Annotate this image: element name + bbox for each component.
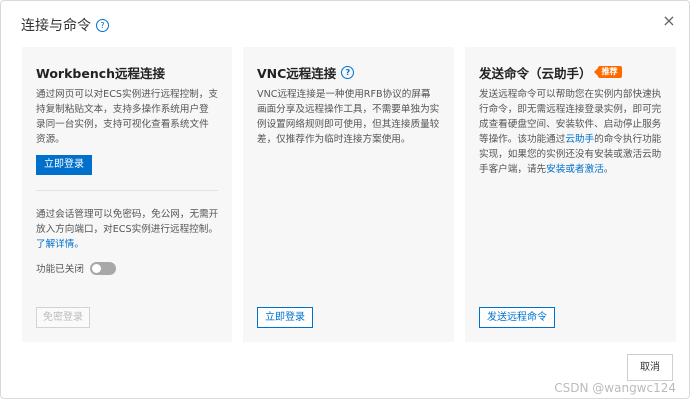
close-icon[interactable]: × bbox=[661, 13, 677, 29]
vnc-login-button[interactable]: 立即登录 bbox=[257, 307, 313, 328]
question-circle-icon[interactable]: ? bbox=[96, 18, 109, 32]
passwordless-login-button: 免密登录 bbox=[36, 307, 90, 328]
send-command-card-title: 发送命令（云助手） bbox=[479, 65, 592, 81]
send-command-text-3: 。 bbox=[603, 164, 614, 175]
send-command-title-row: 发送命令（云助手） 推荐 bbox=[479, 63, 662, 81]
dialog-header: 连接与命令 ? bbox=[21, 13, 109, 37]
feature-status-label: 功能已关闭 bbox=[36, 264, 84, 275]
toggle-knob bbox=[91, 263, 101, 273]
send-command-card: 发送命令（云助手） 推荐 发送远程命令可以帮助您在实例内部快速执行命令，即无需远… bbox=[465, 47, 676, 342]
install-activate-link[interactable]: 安装或者激活 bbox=[546, 164, 604, 175]
session-manager-text: 通过会话管理可以免密码，免公网，无需开放入方向端口，对ECS实例进行远程控制。 bbox=[36, 209, 219, 235]
workbench-card-title: Workbench远程连接 bbox=[36, 65, 166, 81]
send-command-description: 发送远程命令可以帮助您在实例内部快速执行命令，即无需远程连接登录实例，即可完成查… bbox=[479, 87, 662, 177]
dialog-title: 连接与命令 bbox=[21, 18, 91, 34]
session-manager-description: 通过会话管理可以免密码，免公网，无需开放入方向端口，对ECS实例进行远程控制。了… bbox=[36, 207, 222, 252]
cancel-button[interactable]: 取消 bbox=[627, 354, 673, 381]
recommend-badge: 推荐 bbox=[593, 66, 622, 78]
vnc-card-title: VNC远程连接 bbox=[257, 65, 337, 81]
send-remote-command-button[interactable]: 发送远程命令 bbox=[479, 307, 555, 328]
question-circle-icon[interactable]: ? bbox=[341, 65, 355, 79]
workbench-card: Workbench远程连接 通过网页可以对ECS实例进行远程控制，支持复制粘贴文… bbox=[22, 47, 232, 342]
vnc-card: VNC远程连接 ? VNC远程连接是一种使用RFB协议的屏幕画面分享及远程操作工… bbox=[243, 47, 454, 342]
vnc-description: VNC远程连接是一种使用RFB协议的屏幕画面分享及远程操作工具，不需要单独为实例… bbox=[257, 89, 440, 145]
workbench-login-button[interactable]: 立即登录 bbox=[36, 155, 92, 175]
cloud-assistant-link[interactable]: 云助手 bbox=[565, 134, 594, 145]
connect-command-dialog: 连接与命令 ? × Workbench远程连接 通过网页可以对ECS实例进行远程… bbox=[0, 0, 690, 399]
vnc-card-title-row: VNC远程连接 ? bbox=[257, 63, 440, 81]
csdn-watermark: CSDN @wangwc124 bbox=[554, 381, 676, 395]
card-divider bbox=[36, 190, 218, 191]
learn-more-link[interactable]: 了解详情。 bbox=[36, 239, 84, 250]
feature-toggle-switch[interactable] bbox=[89, 261, 116, 275]
feature-toggle-row: 功能已关闭 bbox=[36, 261, 116, 275]
workbench-description: 通过网页可以对ECS实例进行远程控制，支持复制粘贴文本，支持多操作系统用户登录同… bbox=[36, 89, 218, 145]
